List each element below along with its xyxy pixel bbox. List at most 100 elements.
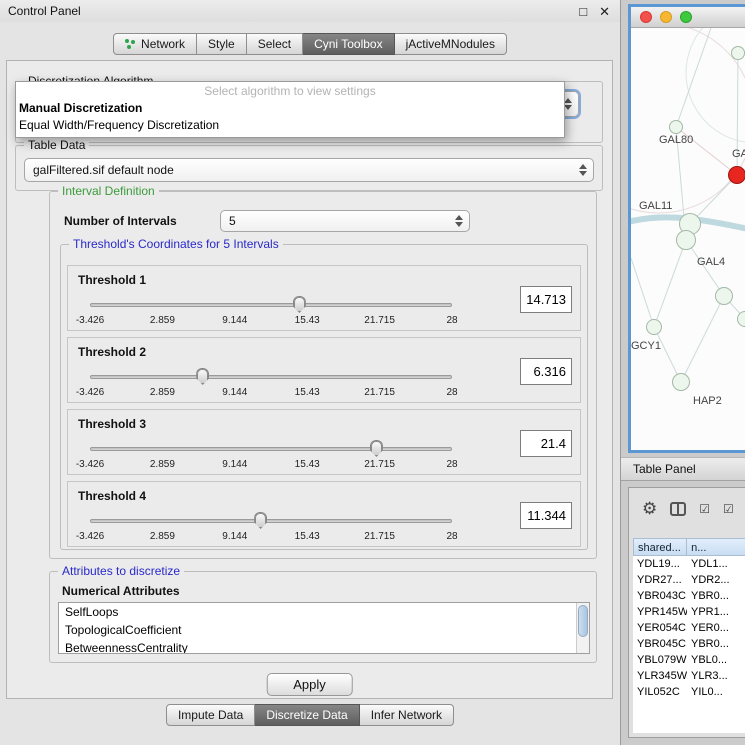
slider-track[interactable] [90,519,452,523]
table-row[interactable]: YDL19...YDL1... [633,556,745,572]
network-node[interactable] [731,46,745,60]
attribute-list-item[interactable]: BetweennessCentrality [59,639,589,654]
attribute-list-item[interactable]: TopologicalCoefficient [59,621,589,639]
zoom-traffic-light-icon[interactable] [680,11,692,23]
numerical-attributes-label: Numerical Attributes [62,584,180,598]
gear-icon[interactable]: ⚙ [642,500,657,517]
threshold-slider[interactable]: -3.4262.8599.14415.4321.71528 [90,440,452,472]
tab-infer-network[interactable]: Infer Network [360,704,454,726]
network-window-titlebar [631,7,745,28]
table-row[interactable]: YLR345WYLR3... [633,668,745,684]
dropdown-option[interactable]: Manual Discretization [16,100,564,117]
table-cell: YLR345W [633,668,687,684]
network-node[interactable] [676,230,696,250]
tab-select[interactable]: Select [247,33,303,55]
slider-thumb[interactable] [370,440,383,457]
slider-track[interactable] [90,447,452,451]
table-row[interactable]: YIL052CYIL0... [633,684,745,700]
slider-thumb[interactable] [293,296,306,313]
table-cell: YBR0... [687,636,745,652]
tick-label: 21.715 [364,531,395,542]
select-rows-icon[interactable]: ☑ [699,503,710,515]
tab-jactivemnodules[interactable]: jActiveMNodules [395,33,507,55]
tick-label: 15.43 [295,315,320,326]
close-traffic-light-icon[interactable] [640,11,652,23]
slider-thumb[interactable] [196,368,209,385]
table-row[interactable]: YER054CYER0... [633,620,745,636]
tick-label: -3.426 [76,459,104,470]
tick-label: 28 [446,315,457,326]
tab-label: Infer Network [371,708,442,722]
node-label: GAL80 [659,134,693,146]
network-node[interactable] [715,287,733,305]
tick-label: 28 [446,531,457,542]
network-node[interactable] [672,373,690,391]
tab-impute-data[interactable]: Impute Data [166,704,255,726]
apply-button[interactable]: Apply [266,673,353,696]
table-cell: YLR3... [687,668,745,684]
slider-track[interactable] [90,303,452,307]
select-all-icon[interactable]: ☑ [723,503,734,515]
tick-label: 9.144 [222,459,247,470]
network-node[interactable] [646,319,662,335]
node-table: shared...n... YDL19...YDL1...YDR27...YDR… [633,538,745,733]
table-row[interactable]: YDR27...YDR2... [633,572,745,588]
bottom-tab-bar: Impute Data Discretize Data Infer Network [0,704,620,726]
table-data-combobox[interactable]: galFiltered.sif default node [24,158,594,182]
window-title: Control Panel [8,4,81,18]
table-data-value: galFiltered.sif default node [33,163,174,177]
network-node[interactable] [669,120,683,134]
attribute-list-item[interactable]: SelfLoops [59,603,589,621]
table-row[interactable]: YPR145WYPR1... [633,604,745,620]
minimize-traffic-light-icon[interactable] [660,11,672,23]
dropdown-option[interactable]: Equal Width/Frequency Discretization [16,117,564,134]
interval-definition-group: Interval Definition Number of Intervals … [49,191,597,559]
threshold-panel: Threshold 2 -3.4262.8599.14415.4321.7152… [67,337,581,403]
tab-label: Select [258,37,291,51]
attribute-items: SelfLoopsTopologicalCoefficientBetweenne… [59,603,589,654]
scrollbar-thumb[interactable] [578,605,588,637]
tick-label: -3.426 [76,531,104,542]
attributes-group-title: Attributes to discretize [58,564,184,578]
table-cell: YBR0... [687,588,745,604]
threshold-label: Threshold 3 [78,417,146,431]
number-of-intervals-combobox[interactable]: 5 [220,210,470,232]
network-node-selected[interactable] [728,166,745,184]
column-header[interactable]: shared... [633,538,687,556]
table-row[interactable]: YBR045CYBR0... [633,636,745,652]
close-icon[interactable]: ✕ [599,5,610,18]
tab-style[interactable]: Style [197,33,247,55]
interval-definition-title: Interval Definition [58,184,159,198]
threshold-value-field[interactable]: 14.713 [520,286,572,313]
tab-network[interactable]: Network [113,33,197,55]
tab-label: jActiveMNodules [406,37,495,51]
slider-track[interactable] [90,375,452,379]
attributes-scrollbar[interactable] [576,603,589,653]
control-panel-titlebar: Control Panel □ ✕ [0,0,620,22]
table-panel-window: ⚙ ☑ ☑ shared...n... YDL19...YDL1...YDR27… [628,487,745,738]
table-cell: YER054C [633,620,687,636]
threshold-label: Threshold 4 [78,489,146,503]
float-window-icon[interactable]: □ [579,5,587,18]
threshold-value-field[interactable]: 6.316 [520,358,572,385]
threshold-slider[interactable]: -3.4262.8599.14415.4321.71528 [90,512,452,544]
tab-label: Impute Data [178,708,243,722]
network-view-window: GAL80GALGAL11GAL4GCY1HAP2 [628,4,745,453]
table-cell: YDR27... [633,572,687,588]
table-row[interactable]: YBR043CYBR0... [633,588,745,604]
tab-discretize-data[interactable]: Discretize Data [255,704,359,726]
slider-thumb[interactable] [254,512,267,529]
threshold-value-field[interactable]: 21.4 [520,430,572,457]
tick-label: 28 [446,387,457,398]
network-canvas[interactable]: GAL80GALGAL11GAL4GCY1HAP2 [631,28,745,452]
columns-icon[interactable] [670,502,686,516]
threshold-panel: Threshold 1 -3.4262.8599.14415.4321.7152… [67,265,581,331]
threshold-slider[interactable]: -3.4262.8599.14415.4321.71528 [90,296,452,328]
threshold-slider[interactable]: -3.4262.8599.14415.4321.71528 [90,368,452,400]
column-header[interactable]: n... [687,538,745,556]
threshold-value-field[interactable]: 11.344 [520,502,572,529]
tick-label: -3.426 [76,387,104,398]
tab-label: Discretize Data [266,708,347,722]
tab-cyni-toolbox[interactable]: Cyni Toolbox [303,33,394,55]
table-row[interactable]: YBL079WYBL0... [633,652,745,668]
